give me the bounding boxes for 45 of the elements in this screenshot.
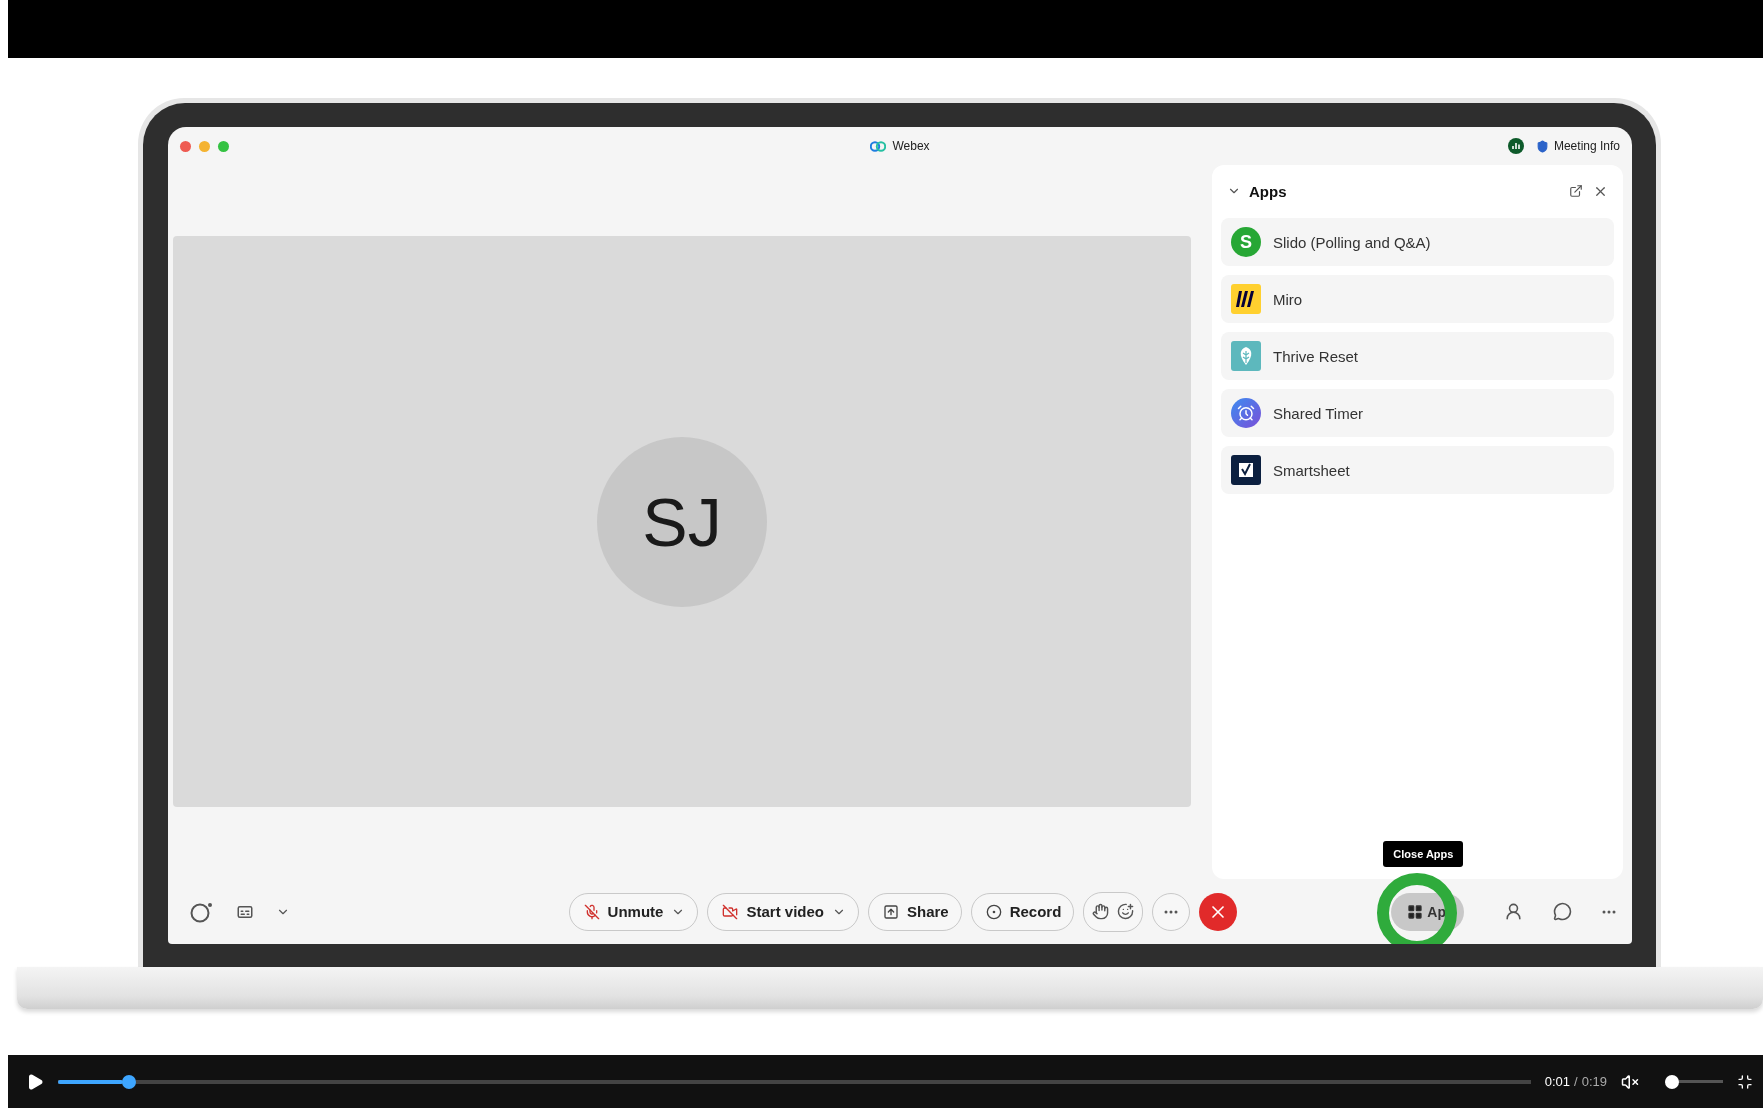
mic-off-icon [583,903,600,920]
ellipsis-icon [1164,909,1179,914]
speech-bubble-icon [1553,902,1572,921]
avatar: SJ [597,436,767,607]
share-icon [883,903,899,920]
pop-out-icon [1569,184,1583,198]
person-icon [1504,902,1523,921]
slido-logo-icon: S [1231,227,1261,257]
end-call-button[interactable] [1199,892,1238,931]
app-list-item[interactable]: Shared Timer [1221,389,1614,437]
shield-icon [1535,139,1549,153]
play-button[interactable] [26,1072,44,1091]
grid-icon [1407,903,1424,920]
share-button[interactable]: Share [868,892,962,931]
window-title: Webex [892,139,930,153]
app-list-item[interactable]: Thrive Reset [1221,332,1614,380]
panel-title: Apps [1249,182,1288,200]
pop-out-button[interactable] [1567,182,1585,200]
tooltip: Close Apps [1383,840,1464,867]
app-list-item[interactable]: Miro [1221,275,1614,323]
webex-logo-icon [870,140,887,152]
mic-button[interactable]: Unmute [568,892,699,931]
signal-bars-icon [1507,138,1524,154]
exit-fullscreen-button[interactable] [1737,1073,1753,1090]
volume-thumb[interactable] [1665,1074,1679,1089]
record-icon [985,903,1002,920]
muted-speaker-icon[interactable] [1621,1072,1639,1091]
app-list-item[interactable]: Smartsheet [1221,446,1614,494]
alarm-clock-icon [1231,398,1261,428]
miro-logo-icon [1231,284,1261,314]
record-button[interactable]: Record [970,892,1075,931]
smartsheet-logo-icon [1231,455,1261,485]
current-time: 0:01 [1544,1074,1571,1089]
leaf-logo-icon [1231,341,1261,371]
video-button[interactable]: Start video [707,892,859,931]
meeting-info-button[interactable]: Meeting Info [1535,137,1620,155]
close-window-button[interactable] [180,140,191,152]
total-time: 0:19 [1581,1074,1607,1089]
video-off-icon [722,903,739,920]
hand-icon [1092,903,1110,920]
time-separator: / [1574,1074,1578,1089]
app-list-item[interactable]: S Slido (Polling and Q&A) [1221,218,1614,266]
ellipsis-icon [1602,909,1616,914]
smiley-icon [1117,903,1135,920]
progress-thumb[interactable] [122,1074,137,1089]
